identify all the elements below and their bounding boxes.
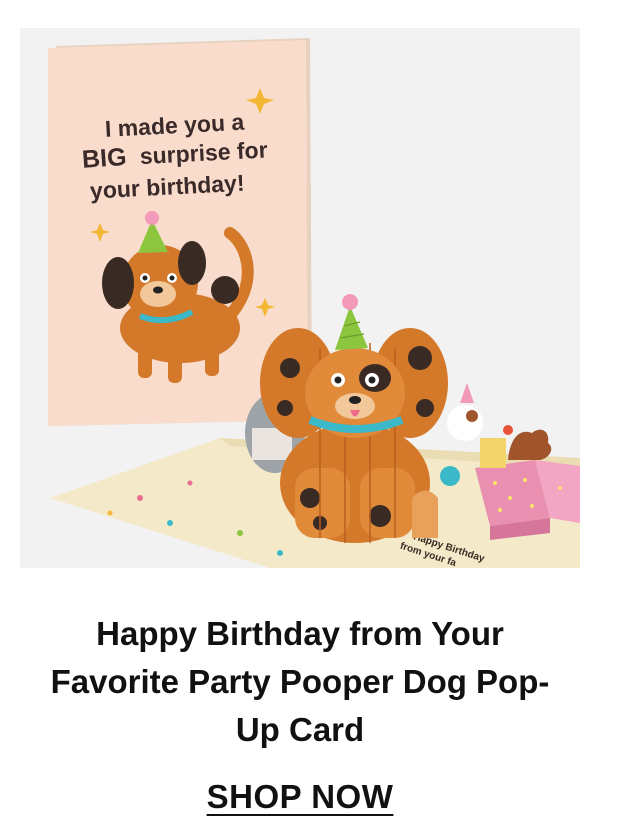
cta-container: SHOP NOW (0, 778, 600, 816)
card-text-big: BIG (81, 143, 127, 174)
popup-dog-illustration (260, 294, 448, 543)
product-image[interactable]: Happy Birthday from your fa I made you a… (20, 28, 580, 568)
pop-up-card-illustration: Happy Birthday from your fa I made you a… (20, 28, 580, 568)
product-title[interactable]: Happy Birthday from Your Favorite Party … (40, 610, 560, 754)
shop-now-link[interactable]: SHOP NOW (207, 778, 394, 815)
